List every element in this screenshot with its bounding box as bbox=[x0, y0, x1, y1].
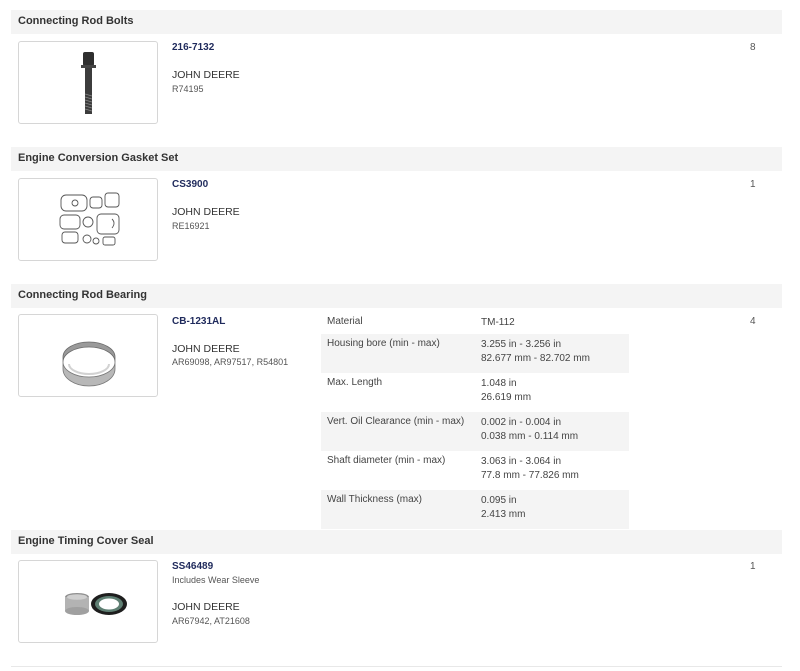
oem-numbers: AR67942, AT21608 bbox=[172, 616, 250, 626]
spec-value: 0.095 in 2.413 mm bbox=[481, 494, 525, 522]
part-section-connecting-rod-bearing: Connecting Rod Bearing CB-1231AL JOHN DE… bbox=[11, 284, 782, 530]
spec-value-imperial: 0.095 in bbox=[481, 495, 517, 506]
spec-row-wall-thickness: Wall Thickness (max) 0.095 in 2.413 mm bbox=[321, 490, 629, 529]
brand-name: JOHN DEERE bbox=[172, 601, 240, 613]
spec-value-metric: 82.677 mm - 82.702 mm bbox=[481, 353, 590, 364]
spec-value-imperial: 0.002 in - 0.004 in bbox=[481, 417, 562, 428]
spec-name: Wall Thickness (max) bbox=[327, 494, 423, 505]
part-note: Includes Wear Sleeve bbox=[172, 575, 260, 585]
spec-name: Vert. Oil Clearance (min - max) bbox=[327, 416, 465, 427]
spec-row-max-length: Max. Length 1.048 in 26.619 mm bbox=[321, 373, 629, 412]
brand-name: JOHN DEERE bbox=[172, 206, 240, 218]
part-section-connecting-rod-bolts: Connecting Rod Bolts 216-7132 JOHN DEERE… bbox=[11, 10, 782, 130]
oem-numbers: RE16921 bbox=[172, 221, 210, 231]
spec-value-imperial: TM-112 bbox=[481, 317, 515, 328]
part-section-timing-cover-seal: Engine Timing Cover Seal SS46489 Include… bbox=[11, 530, 782, 660]
spec-value-imperial: 1.048 in bbox=[481, 378, 517, 389]
spec-row-shaft-diameter: Shaft diameter (min - max) 3.063 in - 3.… bbox=[321, 451, 629, 490]
brand-name: JOHN DEERE bbox=[172, 69, 240, 81]
quantity: 1 bbox=[750, 179, 756, 190]
part-number-link[interactable]: 216-7132 bbox=[172, 42, 214, 53]
seal-and-sleeve-image[interactable] bbox=[18, 560, 158, 643]
section-header: Connecting Rod Bolts bbox=[11, 10, 782, 34]
spec-row-housing-bore: Housing bore (min - max) 3.255 in - 3.25… bbox=[321, 334, 629, 373]
part-number-link[interactable]: CS3900 bbox=[172, 179, 208, 190]
spec-name: Material bbox=[327, 316, 363, 327]
oem-numbers: R74195 bbox=[172, 84, 204, 94]
part-section-gasket-set: Engine Conversion Gasket Set CS3900 JOHN… bbox=[11, 147, 782, 267]
quantity: 8 bbox=[750, 42, 756, 53]
spec-value-metric: 77.8 mm - 77.826 mm bbox=[481, 470, 579, 481]
quantity: 1 bbox=[750, 561, 756, 572]
part-number-link[interactable]: CB-1231AL bbox=[172, 316, 225, 327]
spec-name: Max. Length bbox=[327, 377, 383, 388]
bottom-divider bbox=[11, 666, 782, 667]
brand-name: JOHN DEERE bbox=[172, 343, 240, 355]
spec-value-imperial: 3.255 in - 3.256 in bbox=[481, 339, 562, 350]
part-number-link[interactable]: SS46489 bbox=[172, 561, 213, 572]
spec-value: 3.063 in - 3.064 in 77.8 mm - 77.826 mm bbox=[481, 455, 579, 483]
spec-value-metric: 0.038 mm - 0.114 mm bbox=[481, 431, 579, 442]
spec-value: 1.048 in 26.619 mm bbox=[481, 377, 531, 405]
spec-value: 3.255 in - 3.256 in 82.677 mm - 82.702 m… bbox=[481, 338, 590, 366]
section-header: Connecting Rod Bearing bbox=[11, 284, 782, 308]
quantity: 4 bbox=[750, 316, 756, 327]
spec-row-oil-clearance: Vert. Oil Clearance (min - max) 0.002 in… bbox=[321, 412, 629, 451]
oem-numbers: AR69098, AR97517, R54801 bbox=[172, 357, 289, 367]
spec-name: Housing bore (min - max) bbox=[327, 338, 440, 349]
bolt-image[interactable] bbox=[18, 41, 158, 124]
gasket-set-image[interactable] bbox=[18, 178, 158, 261]
bearing-image[interactable] bbox=[18, 314, 158, 397]
spec-name: Shaft diameter (min - max) bbox=[327, 455, 446, 466]
spec-value: TM-112 bbox=[481, 316, 515, 330]
spec-value-metric: 2.413 mm bbox=[481, 509, 526, 520]
spec-value-metric: 26.619 mm bbox=[481, 392, 532, 403]
spec-value: 0.002 in - 0.004 in 0.038 mm - 0.114 mm bbox=[481, 416, 578, 444]
section-header: Engine Conversion Gasket Set bbox=[11, 147, 782, 171]
section-header: Engine Timing Cover Seal bbox=[11, 530, 782, 554]
spec-value-imperial: 3.063 in - 3.064 in bbox=[481, 456, 562, 467]
